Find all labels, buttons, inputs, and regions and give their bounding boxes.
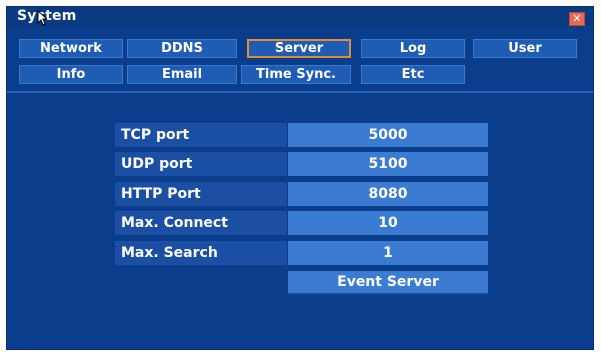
tab-time-sync[interactable]: Time Sync. <box>241 65 351 84</box>
system-dialog: System ✕ Network DDNS Server Log User In… <box>6 6 594 350</box>
event-server-button[interactable]: Event Server <box>288 271 488 295</box>
tab-log[interactable]: Log <box>361 39 465 58</box>
tab-divider <box>7 91 593 93</box>
udp-port-label: UDP port <box>115 152 287 176</box>
max-search-label: Max. Search <box>115 241 287 265</box>
max-search-field[interactable]: 1 <box>288 241 488 265</box>
tab-etc[interactable]: Etc <box>361 65 465 84</box>
udp-port-field[interactable]: 5100 <box>288 152 488 176</box>
tab-email[interactable]: Email <box>127 65 237 84</box>
tab-ddns[interactable]: DDNS <box>127 39 237 58</box>
screen: System ✕ Network DDNS Server Log User In… <box>0 0 601 359</box>
tcp-port-label: TCP port <box>115 123 287 147</box>
title-bar: System ✕ <box>7 7 593 27</box>
close-icon[interactable]: ✕ <box>569 12 585 26</box>
mouse-pointer-icon <box>37 10 47 26</box>
max-connect-label: Max. Connect <box>115 211 287 235</box>
max-connect-field[interactable]: 10 <box>288 211 488 235</box>
tab-network[interactable]: Network <box>19 39 123 58</box>
tcp-port-field[interactable]: 5000 <box>288 123 488 147</box>
http-port-field[interactable]: 8080 <box>288 182 488 206</box>
tab-user[interactable]: User <box>473 39 577 58</box>
tab-server[interactable]: Server <box>247 39 351 58</box>
http-port-label: HTTP Port <box>115 182 287 206</box>
tab-info[interactable]: Info <box>19 65 123 84</box>
